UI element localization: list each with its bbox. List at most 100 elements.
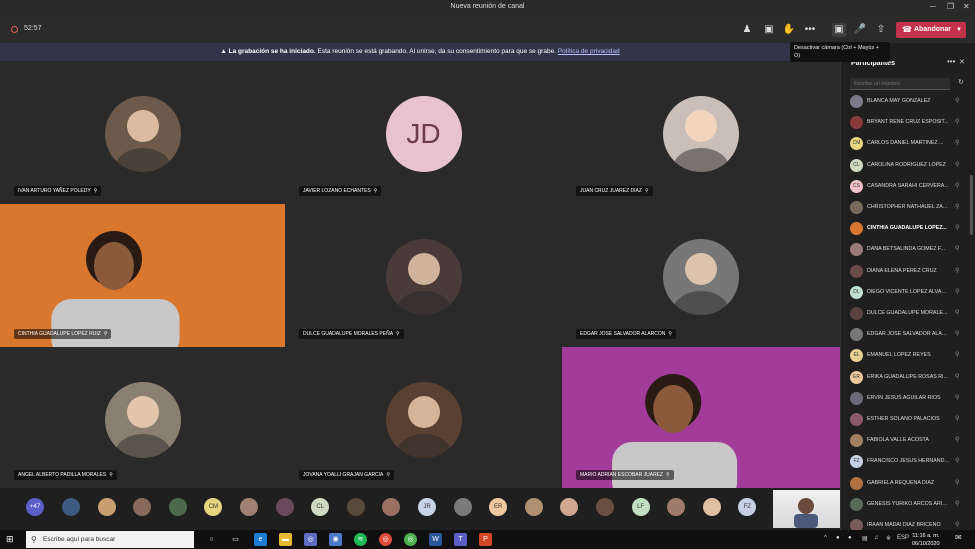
participant-row[interactable]: CM CARLOS DANIEL MARTINEZ ... ⚲ bbox=[849, 135, 973, 153]
panel-scrollbar[interactable] bbox=[970, 175, 973, 235]
participant-row[interactable]: GABRIELA REQUENA DIAZ ⚲ bbox=[849, 475, 973, 493]
chrome-icon[interactable]: ◎ bbox=[379, 533, 392, 546]
minimize-icon[interactable]: ─ bbox=[930, 2, 936, 11]
share-screen-icon[interactable]: ⇧ bbox=[874, 23, 888, 37]
mic-off-icon: ⚲ bbox=[666, 472, 670, 478]
participant-tile[interactable]: CINTHIA GUADALUPE LOPEZ RUIZ ⚲ bbox=[0, 204, 285, 347]
language-indicator[interactable]: ESP bbox=[897, 535, 909, 541]
participant-name: JUAN CRUZ JUAREZ DIAZ bbox=[580, 188, 642, 194]
tray-expand-icon[interactable]: ^ bbox=[824, 535, 827, 541]
strip-avatar[interactable] bbox=[560, 498, 579, 516]
participant-row[interactable]: FABIOLA VALLE ACOSTA ⚲ bbox=[849, 432, 973, 450]
microphone-icon[interactable]: 🎤 bbox=[853, 23, 867, 37]
clock[interactable]: 11:16 a. m. 06/10/2020 bbox=[912, 532, 940, 548]
camera-icon[interactable]: ▣ bbox=[832, 23, 846, 37]
close-icon[interactable]: ✕ bbox=[963, 2, 970, 11]
chat-icon[interactable]: ▣ bbox=[762, 23, 776, 37]
participant-row[interactable]: CS CASANDRA SARAHI CERVERA... ⚲ bbox=[849, 178, 973, 196]
participant-row[interactable]: DL DIEGO VICENTE LOPEZ ALVAR... ⚲ bbox=[849, 284, 973, 302]
spotify-icon[interactable]: ≋ bbox=[354, 533, 367, 546]
participant-row[interactable]: CHRISTOPHER NATHAUEL ZA... ⚲ bbox=[849, 199, 973, 217]
participant-tile[interactable]: EDGAR JOSE SALVADOR ALARCON ⚲ bbox=[562, 204, 840, 347]
strip-avatar[interactable] bbox=[133, 498, 152, 516]
participant-tile[interactable]: ANGEL ALBERTO PADILLA MORALES ⚲ bbox=[0, 347, 285, 488]
participant-tile[interactable]: MARIO ADRIAN ESCOBAR JUAREZ ⚲ bbox=[562, 347, 840, 488]
participant-row[interactable]: FZ FRANCISCO JESUS HERNAND... ⚲ bbox=[849, 453, 973, 471]
strip-avatar[interactable] bbox=[62, 498, 80, 516]
self-video-preview[interactable] bbox=[773, 490, 840, 528]
task-view-icon[interactable]: ▭ bbox=[229, 533, 242, 546]
strip-avatar[interactable]: LF bbox=[631, 498, 650, 516]
maximize-icon[interactable]: ❐ bbox=[947, 2, 954, 11]
participant-row[interactable]: ER ERIKA GUADALUPE ROSAS RI... ⚲ bbox=[849, 369, 973, 387]
notification-icon[interactable]: ✉ bbox=[955, 533, 962, 542]
strip-avatar[interactable] bbox=[240, 498, 258, 516]
participant-search-input[interactable] bbox=[850, 78, 950, 90]
avatar bbox=[385, 382, 462, 458]
participant-row[interactable]: DULCE GUADALUPE MORALE... ⚲ bbox=[849, 305, 973, 323]
mic-off-icon: ⚲ bbox=[955, 119, 960, 126]
raise-hand-icon[interactable]: ✋ bbox=[782, 23, 796, 37]
tray-network-icon[interactable]: ▤ bbox=[862, 535, 868, 542]
participant-row[interactable]: CL CAROLINA RODRIGUEZ LOPEZ ⚲ bbox=[849, 157, 973, 175]
edge-icon[interactable]: e bbox=[254, 533, 267, 546]
powerpoint-icon[interactable]: P bbox=[479, 533, 492, 546]
windows-start-icon[interactable]: ⊞ bbox=[6, 534, 14, 545]
teams-icon[interactable]: T bbox=[454, 533, 467, 546]
strip-avatar[interactable]: CM bbox=[204, 498, 223, 516]
word-icon[interactable]: W bbox=[429, 533, 442, 546]
participant-tile[interactable]: JOVANA YOALLI GRAJAN GARCIA ⚲ bbox=[285, 347, 562, 488]
strip-avatar[interactable] bbox=[596, 498, 614, 516]
strip-avatar[interactable]: CL bbox=[311, 498, 330, 516]
strip-avatar[interactable] bbox=[453, 498, 472, 516]
participant-row[interactable]: GENESIS YURIKO ARCOS ARIAS ⚲ bbox=[849, 496, 973, 514]
leave-label: Abandonar bbox=[914, 26, 951, 33]
strip-avatar[interactable] bbox=[97, 498, 116, 516]
participant-row[interactable]: EL EMANUEL LOPEZ REYES ⚲ bbox=[849, 347, 973, 365]
more-icon[interactable]: ••• bbox=[947, 57, 955, 66]
strip-avatar[interactable] bbox=[524, 498, 543, 516]
mic-off-icon: ⚲ bbox=[955, 310, 960, 316]
tray-bluetooth-icon[interactable]: ※ bbox=[886, 535, 891, 542]
strip-avatar[interactable] bbox=[702, 498, 721, 516]
privacy-link[interactable]: Política de privacidad bbox=[558, 48, 620, 55]
participant-tile[interactable]: JUAN CRUZ JUAREZ DIAZ ⚲ bbox=[562, 61, 840, 204]
participant-name: MARIO ADRIAN ESCOBAR JUAREZ bbox=[580, 472, 664, 478]
participant-row[interactable]: DANA BETSALINDA GOMEZ F... ⚲ bbox=[849, 241, 973, 259]
participant-row[interactable]: DIANA ELENA PEREZ CRUZ ⚲ bbox=[849, 263, 973, 281]
participant-row[interactable]: EDGAR JOSE SALVADOR ALA... ⚲ bbox=[849, 326, 973, 344]
chevron-down-icon[interactable]: ▼ bbox=[956, 22, 962, 38]
app-icon-2[interactable]: ◉ bbox=[329, 533, 342, 546]
strip-avatar[interactable]: FZ bbox=[738, 498, 757, 516]
taskbar-search[interactable]: ⚲ Escribe aquí para buscar bbox=[26, 531, 194, 548]
strip-avatar[interactable] bbox=[346, 498, 365, 516]
participant-avatar: CM bbox=[850, 137, 863, 151]
participants-icon[interactable]: ♟ bbox=[740, 23, 754, 37]
strip-avatar[interactable]: ER bbox=[489, 498, 508, 516]
close-panel-icon[interactable]: ✕ bbox=[959, 58, 965, 66]
participant-tile[interactable]: DULCE GUADALUPE MORALES PEÑA ⚲ bbox=[285, 204, 562, 347]
participant-row[interactable]: BRYANT RENE CRUZ ESPOSIT... ⚲ bbox=[849, 114, 973, 132]
leave-button[interactable]: ☎ Abandonar ▼ bbox=[896, 22, 966, 38]
strip-avatar[interactable]: JR bbox=[418, 498, 436, 516]
participant-tile[interactable]: JD JAVIER LOZANO ECHANTES ⚲ bbox=[285, 61, 562, 204]
more-options-icon[interactable]: ••• bbox=[803, 23, 817, 37]
tray-app-icon-2[interactable]: ● bbox=[848, 535, 852, 541]
chrome-profile-icon[interactable]: ◎ bbox=[404, 533, 417, 546]
participant-row[interactable]: CINTHIA GUADALUPE LOPEZ... ⚲ bbox=[849, 220, 973, 238]
tray-volume-icon[interactable]: ♫ bbox=[874, 535, 879, 541]
file-explorer-icon[interactable]: ▬ bbox=[279, 533, 292, 546]
participant-row[interactable]: BLANCA MAY GONZALEZ ⚲ bbox=[849, 93, 973, 111]
participant-row[interactable]: ESTHER SOLANO PALACIOS ⚲ bbox=[849, 411, 973, 429]
app-icon[interactable]: ◎ bbox=[304, 533, 317, 546]
overflow-count[interactable]: +47 bbox=[26, 498, 44, 516]
participant-tile[interactable]: IVAN ARTURO YAÑEZ POLEDY ⚲ bbox=[0, 61, 285, 204]
cortana-icon[interactable]: ○ bbox=[205, 533, 218, 546]
strip-avatar[interactable] bbox=[275, 498, 294, 516]
strip-avatar[interactable] bbox=[382, 498, 401, 516]
participant-row[interactable]: ERVIN JESUS AGUILAR RIOS ⚲ bbox=[849, 390, 973, 408]
invite-icon[interactable]: ↻ bbox=[958, 78, 964, 86]
strip-avatar[interactable] bbox=[168, 498, 187, 516]
tray-app-icon[interactable]: ● bbox=[836, 535, 840, 541]
strip-avatar[interactable] bbox=[667, 498, 686, 516]
